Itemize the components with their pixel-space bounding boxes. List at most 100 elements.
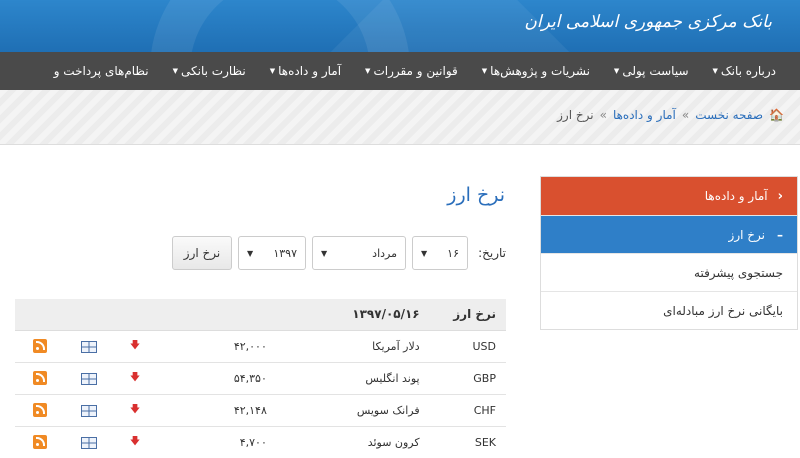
- currency-name: پوند انگلیس: [276, 362, 430, 395]
- chart-icon[interactable]: [80, 404, 97, 417]
- day-value: ۱۶: [447, 246, 459, 260]
- sidebar-item-statistics[interactable]: ‹ آمار و داده‌ها: [541, 177, 797, 215]
- caret-down-icon: ▼: [172, 67, 178, 75]
- rss-cell: [15, 394, 65, 427]
- breadcrumb: 🏠 صفحه نخست » آمار و داده‌ها » نرخ ارز: [557, 108, 784, 122]
- table-row: USD دلار آمریکا ۴۲,۰۰۰ 🡇: [15, 330, 506, 363]
- sidebar-item-label: جستجوی پیشرفته: [694, 265, 783, 280]
- caret-down-icon: ▼: [269, 67, 276, 75]
- currency-name: فرانک سویس: [276, 394, 430, 427]
- header-rss: [15, 299, 65, 331]
- caret-down-icon: ▼: [712, 67, 718, 75]
- rss-cell: [15, 330, 65, 363]
- date-label: تاریخ:: [478, 246, 506, 260]
- trend-cell: 🡇: [113, 426, 157, 458]
- currency-name: دلار آمریکا: [276, 330, 430, 363]
- header-chart: [64, 299, 114, 331]
- nav-item-label: آمار و داده‌ها: [278, 64, 342, 78]
- header-currency: نرخ ارز: [429, 299, 506, 331]
- trend-cell: 🡇: [113, 394, 157, 427]
- year-value: ۱۳۹۷: [273, 246, 297, 260]
- breadcrumb-band: 🏠 صفحه نخست » آمار و داده‌ها » نرخ ارز: [0, 90, 800, 145]
- nav-item-payment-systems[interactable]: نظام‌های پرداخت و: [42, 52, 161, 90]
- table-row: GBP پوند انگلیس ۵۴,۳۵۰ 🡇: [15, 362, 506, 395]
- nav-item-about[interactable]: درباره بانک ▼: [701, 52, 789, 90]
- nav-item-statistics[interactable]: آمار و داده‌ها ▼: [258, 52, 353, 90]
- year-select[interactable]: ۱۳۹۷ ▼: [238, 236, 306, 270]
- caret-down-icon: ▼: [321, 248, 328, 258]
- nav-item-label: سیاست پولی: [622, 64, 689, 78]
- nav-item-label: قوانین و مقررات: [373, 64, 458, 78]
- site-logo[interactable]: بانک مرکزی جمهوری اسلامی ایران: [524, 12, 772, 32]
- nav-item-laws[interactable]: قوانین و مقررات ▼: [353, 52, 470, 90]
- site-header: بانک مرکزی جمهوری اسلامی ایران: [0, 0, 800, 52]
- page-title: نرخ ارز: [447, 184, 505, 206]
- arrow-down-icon: 🡇: [129, 371, 141, 383]
- dash-icon: –: [777, 227, 783, 242]
- caret-down-icon: ▼: [481, 67, 488, 75]
- nav-item-label: نظارت بانکی: [181, 64, 246, 78]
- trend-cell: 🡇: [113, 362, 157, 395]
- currency-rate: ۴,۷۰۰: [156, 426, 277, 458]
- nav-item-monetary-policy[interactable]: سیاست پولی ▼: [602, 52, 701, 90]
- chart-icon[interactable]: [80, 436, 97, 449]
- sidebar: ‹ آمار و داده‌ها – نرخ ارز جستجوی پیشرفت…: [540, 176, 798, 330]
- table-header-row: نرخ ارز ۱۳۹۷/۰۵/۱۶: [15, 299, 506, 331]
- currency-rate: ۵۴,۳۵۰: [156, 362, 277, 395]
- breadcrumb-home-link[interactable]: صفحه نخست: [695, 108, 763, 122]
- month-value: مرداد: [372, 246, 397, 260]
- sidebar-item-exchange-rate[interactable]: – نرخ ارز: [541, 215, 797, 253]
- breadcrumb-separator: »: [681, 108, 690, 122]
- currency-code: USD: [429, 330, 506, 363]
- arrow-down-icon: 🡇: [129, 435, 141, 447]
- nav-item-label: درباره بانک: [720, 64, 776, 78]
- header-date: ۱۳۹۷/۰۵/۱۶: [276, 299, 430, 331]
- rss-cell: [15, 426, 65, 458]
- breadcrumb-current: نرخ ارز: [557, 108, 594, 122]
- month-select[interactable]: مرداد ▼: [312, 236, 406, 270]
- rss-cell: [15, 362, 65, 395]
- sidebar-item-label: آمار و داده‌ها: [704, 189, 768, 203]
- sidebar-item-advanced-search[interactable]: جستجوی پیشرفته: [541, 253, 797, 291]
- rss-icon[interactable]: [32, 371, 47, 385]
- main-nav: درباره بانک ▼ سیاست پولی ▼ نشریات و پژوهش‌…: [0, 52, 800, 90]
- nav-item-label: نظام‌های پرداخت و: [53, 64, 149, 78]
- chart-icon[interactable]: [80, 340, 97, 353]
- table-row: SEK کرون سوئد ۴,۷۰۰ 🡇: [15, 426, 506, 458]
- currency-code: SEK: [429, 426, 506, 458]
- chart-icon[interactable]: [80, 372, 97, 385]
- currency-name: کرون سوئد: [276, 426, 430, 458]
- rss-icon[interactable]: [32, 339, 47, 353]
- trend-cell: 🡇: [113, 330, 157, 363]
- home-icon[interactable]: 🏠: [769, 108, 784, 122]
- show-rates-button[interactable]: نرخ ارز: [172, 236, 232, 270]
- chart-cell: [64, 362, 114, 395]
- caret-down-icon: ▼: [365, 67, 371, 75]
- breadcrumb-separator: »: [599, 108, 607, 122]
- exchange-rate-table: نرخ ارز ۱۳۹۷/۰۵/۱۶ USD دلار آمریکا ۴۲,۰۰…: [15, 299, 506, 458]
- nav-item-publications[interactable]: نشریات و پژوهش‌ها ▼: [470, 52, 602, 90]
- currency-rate: ۴۲,۰۰۰: [156, 330, 277, 363]
- day-select[interactable]: ۱۶ ▼: [412, 236, 468, 270]
- chart-cell: [64, 426, 114, 458]
- caret-down-icon: ▼: [247, 248, 254, 258]
- currency-code: GBP: [429, 362, 506, 395]
- sidebar-item-rate-archive[interactable]: بایگانی نرخ ارز مبادله‌ای: [541, 291, 797, 329]
- chevron-left-icon: ‹: [777, 188, 783, 204]
- sidebar-item-label: نرخ ارز: [728, 227, 765, 242]
- chart-cell: [64, 330, 114, 363]
- date-filter: تاریخ: ۱۶ ▼ مرداد ▼ ۱۳۹۷ ▼ نرخ ارز: [172, 236, 506, 270]
- rss-icon[interactable]: [32, 403, 47, 417]
- currency-rate: ۴۲,۱۴۸: [156, 394, 277, 427]
- currency-code: CHF: [429, 394, 506, 427]
- caret-down-icon: ▼: [421, 248, 428, 258]
- arrow-down-icon: 🡇: [129, 403, 141, 415]
- nav-item-label: نشریات و پژوهش‌ها: [490, 64, 590, 78]
- nav-item-banking-supervision[interactable]: نظارت بانکی ▼: [161, 52, 258, 90]
- breadcrumb-section-link[interactable]: آمار و داده‌ها: [613, 108, 676, 122]
- table-row: CHF فرانک سویس ۴۲,۱۴۸ 🡇: [15, 394, 506, 427]
- chart-cell: [64, 394, 114, 427]
- arrow-down-icon: 🡇: [129, 339, 141, 351]
- rss-icon[interactable]: [32, 435, 47, 449]
- sidebar-item-label: بایگانی نرخ ارز مبادله‌ای: [663, 303, 783, 318]
